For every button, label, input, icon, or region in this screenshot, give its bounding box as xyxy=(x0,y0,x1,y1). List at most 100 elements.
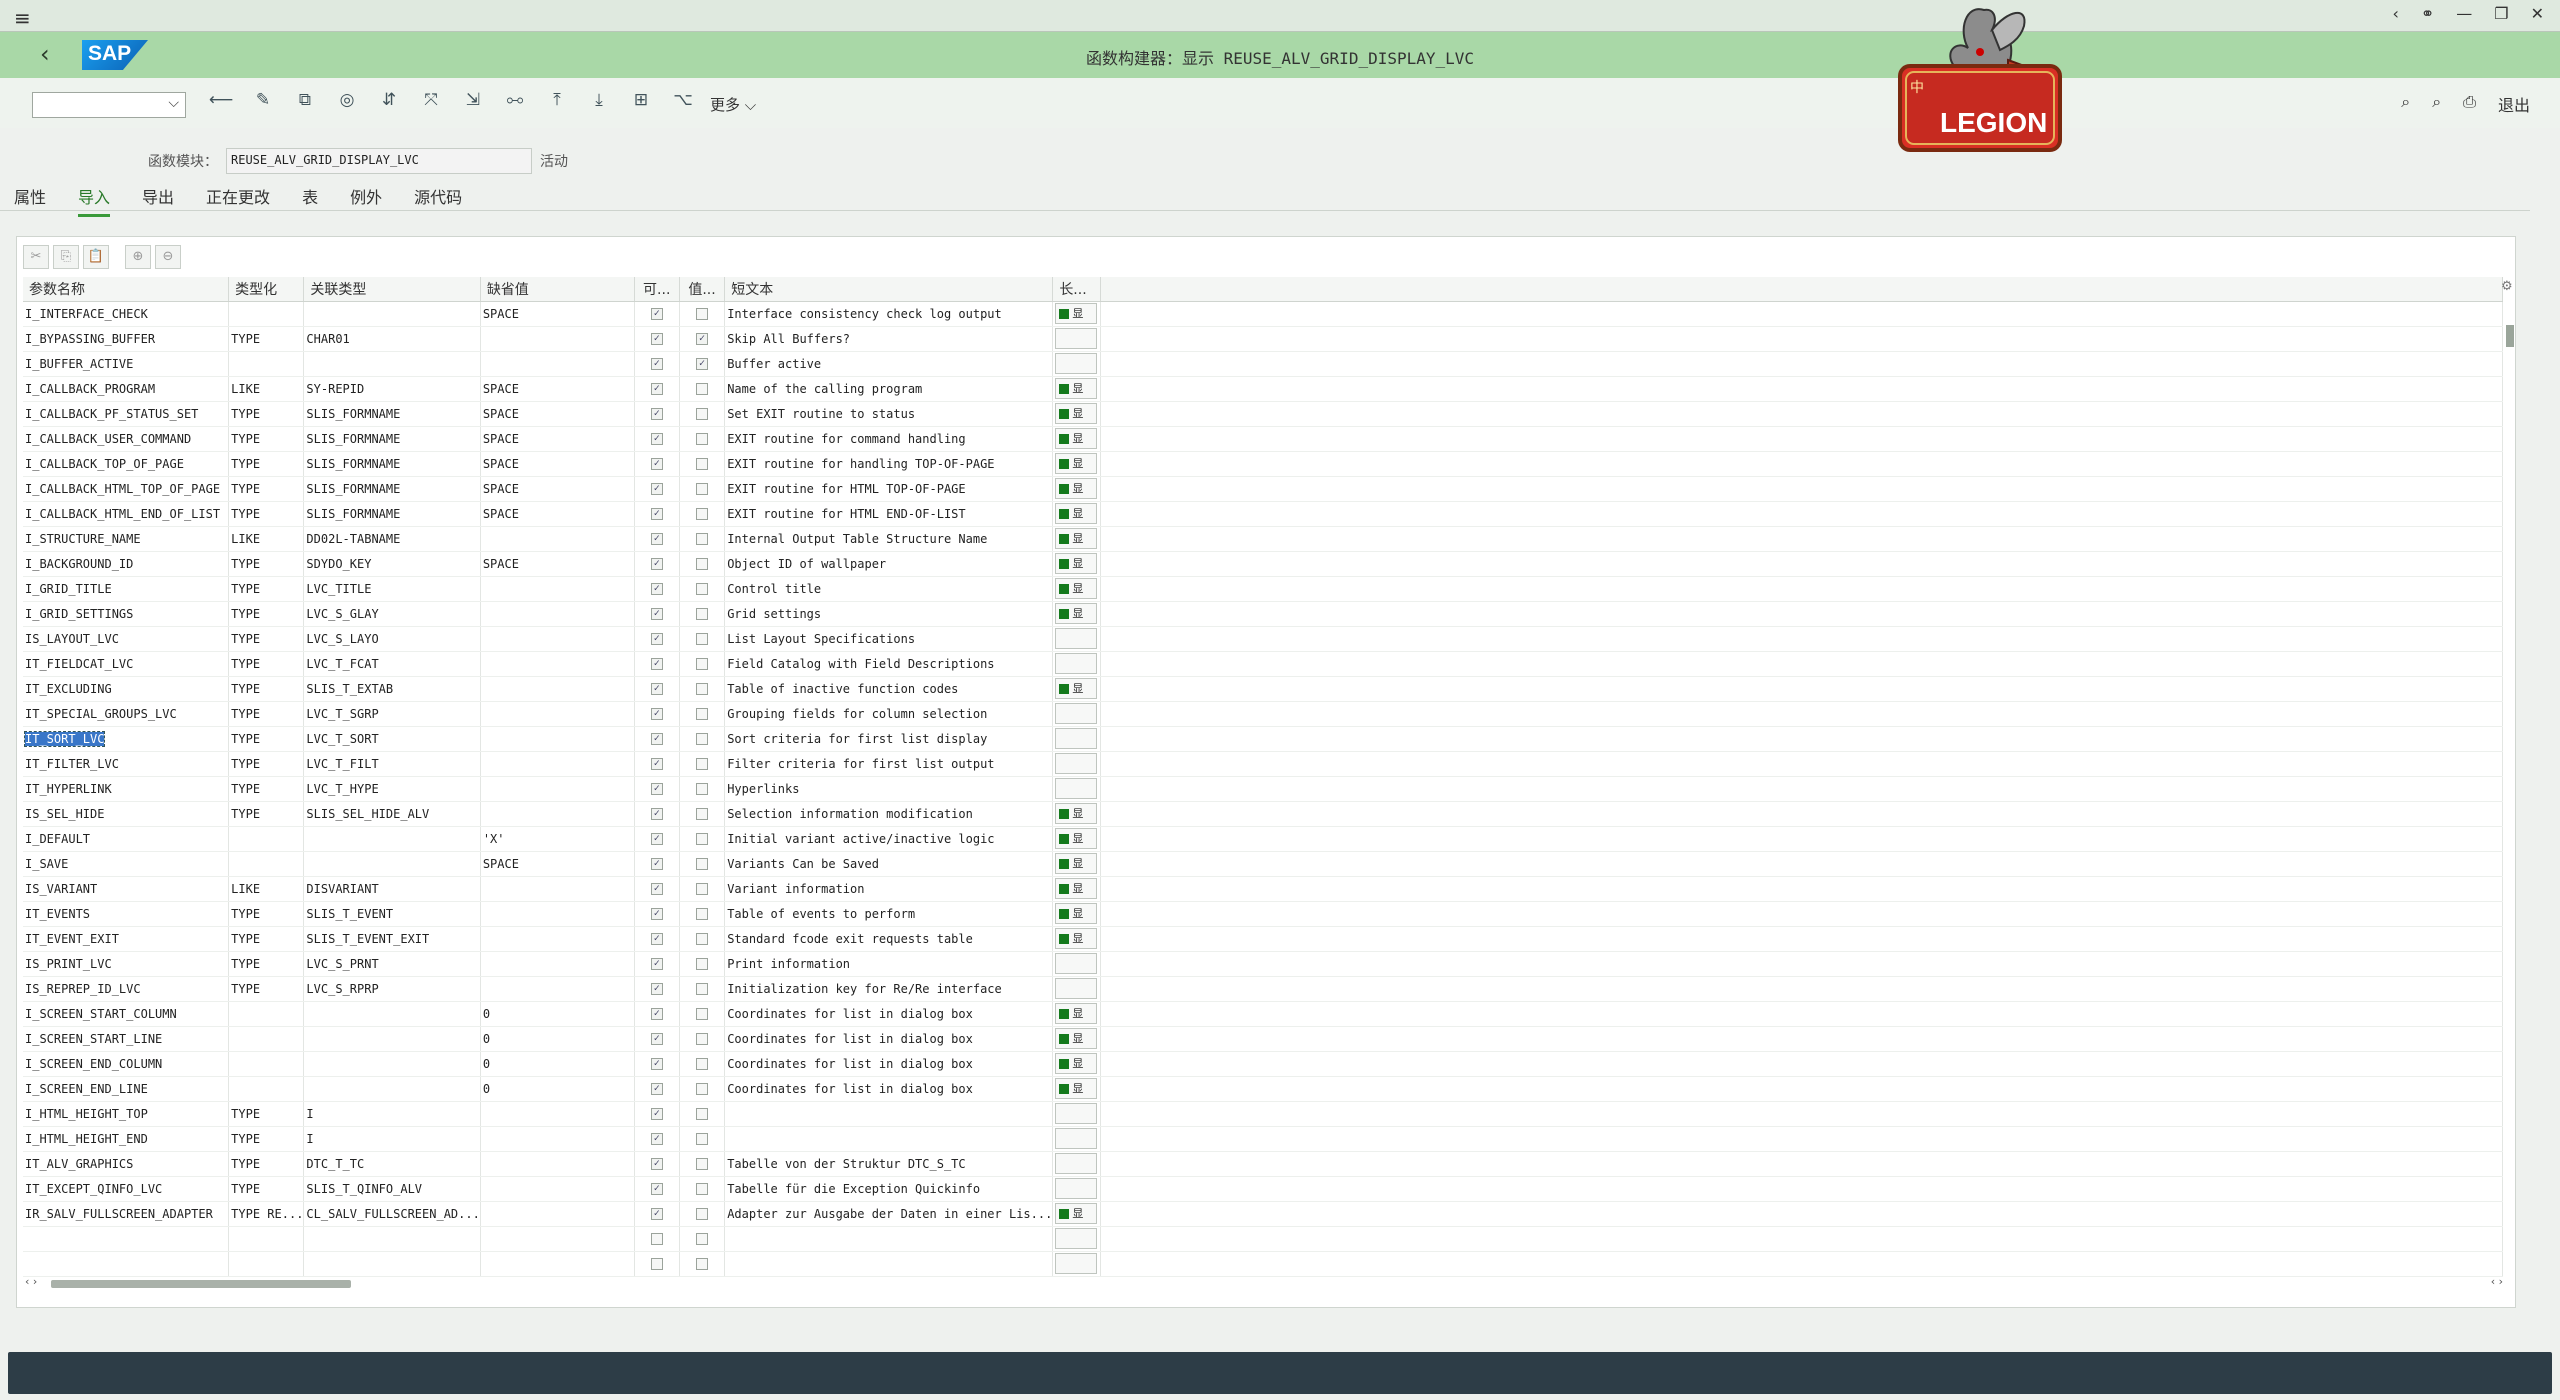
optional-checkbox[interactable]: ✓ xyxy=(650,708,663,720)
optional-checkbox[interactable] xyxy=(650,1258,663,1270)
short-text-cell[interactable] xyxy=(724,1251,1054,1277)
ref-type-cell[interactable]: LVC_T_SORT xyxy=(303,726,481,752)
default-value-cell[interactable]: SPACE xyxy=(480,451,635,477)
optional-checkbox[interactable]: ✓ xyxy=(650,408,663,420)
pass-value-checkbox[interactable] xyxy=(696,1183,709,1195)
short-text-cell[interactable]: EXIT routine for handling TOP-OF-PAGE xyxy=(724,451,1054,477)
ref-type-cell[interactable] xyxy=(303,301,481,327)
ref-type-cell[interactable]: CL_SALV_FULLSCREEN_AD... xyxy=(303,1201,481,1227)
typing-cell[interactable]: TYPE xyxy=(228,551,305,577)
param-name-cell[interactable]: IT_EXCLUDING xyxy=(23,676,230,702)
param-name-cell[interactable]: I_CALLBACK_PROGRAM xyxy=(23,376,230,402)
long-text-button[interactable] xyxy=(1055,978,1098,999)
ref-type-cell[interactable]: LVC_S_LAYO xyxy=(303,626,481,652)
typing-cell[interactable]: TYPE xyxy=(228,451,305,477)
tab-4[interactable]: 表 xyxy=(302,184,318,217)
optional-checkbox[interactable]: ✓ xyxy=(650,383,663,395)
short-text-cell[interactable] xyxy=(724,1101,1054,1127)
more-menu-button[interactable]: 更多 ⌵ xyxy=(710,94,756,115)
pass-value-checkbox[interactable] xyxy=(696,983,709,995)
optional-checkbox[interactable]: ✓ xyxy=(650,658,663,670)
param-name-cell[interactable]: IT_EXCEPT_QINFO_LVC xyxy=(23,1176,230,1202)
table-row[interactable]: I_BYPASSING_BUFFER TYPE CHAR01 ✓ ✓ Skip All B… xyxy=(23,326,2503,352)
vertical-scroll-thumb[interactable] xyxy=(2506,325,2514,347)
default-value-cell[interactable]: SPACE xyxy=(480,851,635,877)
long-text-button[interactable] xyxy=(1055,1128,1098,1149)
short-text-cell[interactable]: Variant information xyxy=(724,876,1054,902)
param-name-cell[interactable]: I_SCREEN_END_LINE xyxy=(23,1076,230,1102)
scroll-left-icon[interactable]: ‹ › xyxy=(25,1275,37,1288)
ref-type-cell[interactable]: SLIS_T_EVENT_EXIT xyxy=(303,926,481,952)
ref-type-cell[interactable]: SLIS_FORMNAME xyxy=(303,451,481,477)
optional-checkbox[interactable]: ✓ xyxy=(650,1033,663,1045)
long-text-button[interactable]: 显 xyxy=(1055,903,1098,924)
scroll-right-icon[interactable]: ‹ › xyxy=(2491,1275,2503,1288)
default-value-cell[interactable]: 0 xyxy=(480,1026,635,1052)
pass-value-checkbox[interactable] xyxy=(696,1108,709,1120)
pass-value-checkbox[interactable] xyxy=(696,633,709,645)
short-text-cell[interactable]: Skip All Buffers? xyxy=(724,326,1054,352)
exit-button[interactable]: 退出 xyxy=(2498,92,2530,116)
typing-cell[interactable] xyxy=(228,1251,305,1277)
default-value-cell[interactable] xyxy=(480,701,635,727)
ref-type-cell[interactable] xyxy=(303,1076,481,1102)
table-row[interactable]: IT_SPECIAL_GROUPS_LVC TYPE LVC_T_SGRP ✓ Grou… xyxy=(23,701,2503,727)
ref-type-cell[interactable]: SLIS_SEL_HIDE_ALV xyxy=(303,801,481,827)
param-name-cell[interactable]: I_GRID_SETTINGS xyxy=(23,601,230,627)
short-text-cell[interactable]: Internal Output Table Structure Name xyxy=(724,526,1054,552)
ref-type-cell[interactable]: LVC_S_RPRP xyxy=(303,976,481,1002)
param-name-cell[interactable]: IT_SORT_LVC xyxy=(23,726,230,752)
typing-cell[interactable] xyxy=(228,1051,305,1077)
ref-type-cell[interactable]: SLIS_T_QINFO_ALV xyxy=(303,1176,481,1202)
optional-checkbox[interactable]: ✓ xyxy=(650,1083,663,1095)
long-text-button[interactable]: 显 xyxy=(1055,1028,1098,1049)
optional-checkbox[interactable]: ✓ xyxy=(650,483,663,495)
typing-cell[interactable] xyxy=(228,826,305,852)
long-text-button[interactable]: 显 xyxy=(1055,678,1098,699)
table-row[interactable]: I_SCREEN_START_COLUMN 0 ✓ Coordinates for l… xyxy=(23,1001,2503,1027)
long-text-button[interactable] xyxy=(1055,1228,1098,1249)
ref-type-cell[interactable]: LVC_T_FILT xyxy=(303,751,481,777)
pass-value-checkbox[interactable] xyxy=(696,683,709,695)
pass-value-checkbox[interactable] xyxy=(696,458,709,470)
short-text-cell[interactable]: Coordinates for list in dialog box xyxy=(724,1001,1054,1027)
optional-checkbox[interactable]: ✓ xyxy=(650,608,663,620)
param-name-cell[interactable]: I_HTML_HEIGHT_END xyxy=(23,1126,230,1152)
display-change-icon[interactable]: ✎ xyxy=(248,90,278,110)
param-name-cell[interactable]: I_SCREEN_START_LINE xyxy=(23,1026,230,1052)
param-name-cell[interactable]: IS_LAYOUT_LVC xyxy=(23,626,230,652)
table-row[interactable]: IT_FIELDCAT_LVC TYPE LVC_T_FCAT ✓ Field Cata… xyxy=(23,651,2503,677)
documentation-icon[interactable]: ⊞ xyxy=(626,90,656,110)
paste-icon[interactable]: 📋 xyxy=(83,245,109,269)
pass-value-checkbox[interactable] xyxy=(696,958,709,970)
optional-checkbox[interactable]: ✓ xyxy=(650,308,663,320)
typing-cell[interactable]: TYPE xyxy=(228,401,305,427)
ref-type-cell[interactable]: LVC_T_FCAT xyxy=(303,651,481,677)
short-text-cell[interactable]: EXIT routine for HTML TOP-OF-PAGE xyxy=(724,476,1054,502)
default-value-cell[interactable] xyxy=(480,601,635,627)
typing-cell[interactable]: TYPE xyxy=(228,426,305,452)
pass-value-checkbox[interactable] xyxy=(696,708,709,720)
tab-6[interactable]: 源代码 xyxy=(414,184,462,217)
optional-checkbox[interactable]: ✓ xyxy=(650,333,663,345)
table-row[interactable]: I_SCREEN_END_LINE 0 ✓ Coordinates for list … xyxy=(23,1076,2503,1102)
optional-checkbox[interactable]: ✓ xyxy=(650,958,663,970)
typing-cell[interactable] xyxy=(228,1026,305,1052)
table-row[interactable]: I_CALLBACK_TOP_OF_PAGE TYPE SLIS_FORMNAME S… xyxy=(23,451,2503,477)
typing-cell[interactable]: TYPE xyxy=(228,976,305,1002)
ref-type-cell[interactable]: SLIS_FORMNAME xyxy=(303,476,481,502)
search-next-icon[interactable]: ⌕ xyxy=(2432,92,2441,116)
optional-checkbox[interactable]: ✓ xyxy=(650,1108,663,1120)
pass-value-checkbox[interactable] xyxy=(696,408,709,420)
pattern-icon[interactable]: ⌥ xyxy=(668,90,698,110)
optional-checkbox[interactable]: ✓ xyxy=(650,833,663,845)
optional-checkbox[interactable]: ✓ xyxy=(650,933,663,945)
pass-value-checkbox[interactable] xyxy=(696,858,709,870)
short-text-cell[interactable] xyxy=(724,1226,1054,1252)
short-text-cell[interactable]: Interface consistency check log output xyxy=(724,301,1054,327)
param-name-cell[interactable]: I_BACKGROUND_ID xyxy=(23,551,230,577)
optional-checkbox[interactable]: ✓ xyxy=(650,358,663,370)
table-row[interactable]: IS_VARIANT LIKE DISVARIANT ✓ Variant informa… xyxy=(23,876,2503,902)
table-row[interactable]: IT_EXCLUDING TYPE SLIS_T_EXTAB ✓ Table of in… xyxy=(23,676,2503,702)
table-row[interactable]: I_SCREEN_START_LINE 0 ✓ Coordinates for lis… xyxy=(23,1026,2503,1052)
